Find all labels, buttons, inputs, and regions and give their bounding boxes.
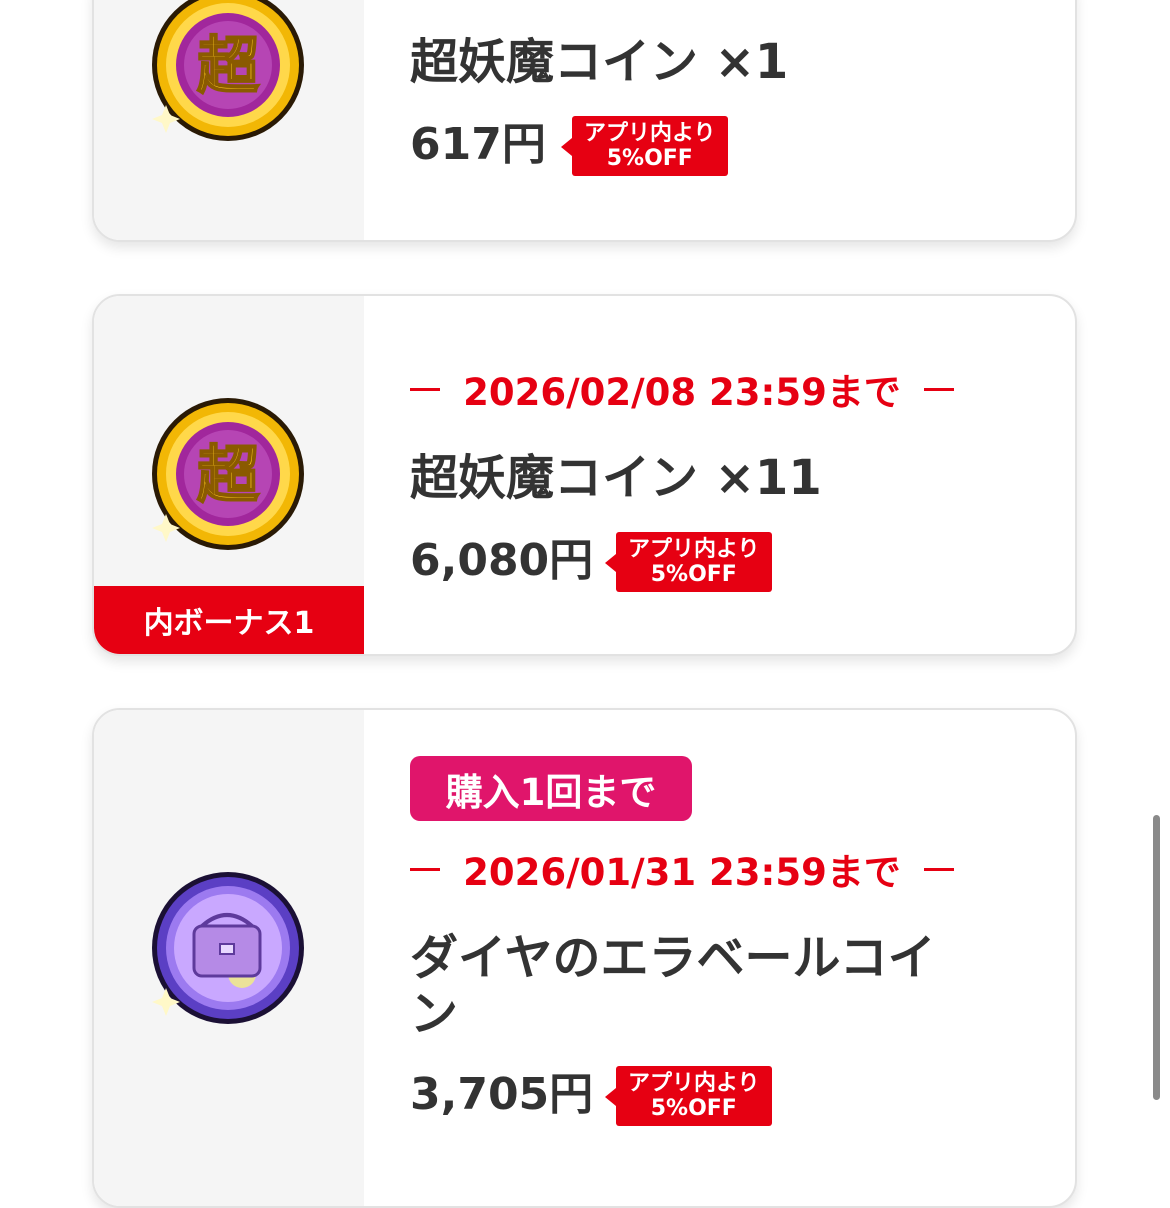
product-price: 617円 (410, 119, 546, 170)
product-card-super-coin-11[interactable]: 超 内ボーナス1 2026/02/08 23:59まで 超妖魔コイン ×11 6… (92, 294, 1077, 656)
deadline-dash-left (410, 387, 440, 391)
deadline-text: 2026/01/31 23:59まで (463, 851, 901, 894)
discount-tag-line2: 5%OFF (650, 1096, 737, 1121)
deadline-text: 2026/02/08 23:59まで (463, 371, 901, 414)
product-image-panel (94, 710, 364, 1206)
product-image-panel: 超 (94, 0, 364, 240)
svg-text:超: 超 (197, 438, 260, 511)
sale-deadline: 2026/02/08 23:59まで (410, 364, 954, 414)
product-image-panel: 超 内ボーナス1 (94, 296, 364, 654)
product-card-diamond-erabell-coin[interactable]: 購入1回まで 2026/01/31 23:59まで ダイヤのエラベールコイ ン … (92, 708, 1077, 1208)
discount-tag-line2: 5%OFF (650, 562, 737, 587)
product-title: 超妖魔コイン ×11 (410, 450, 822, 506)
super-yokai-coin-icon: 超 (152, 0, 304, 141)
product-price: 3,705円 (410, 1069, 594, 1120)
purchase-limit-badge: 購入1回まで (410, 756, 692, 821)
product-title: 超妖魔コイン ×1 (410, 34, 789, 90)
product-title: ダイヤのエラベールコイ ン (410, 930, 936, 1042)
product-title-line1: ダイヤのエラベールコイ (410, 930, 936, 986)
discount-tag-line1: アプリ内より (584, 121, 716, 146)
deadline-dash-right (923, 867, 954, 871)
discount-tag-line1: アプリ内より (628, 537, 760, 562)
svg-text:超: 超 (197, 29, 260, 102)
product-price: 6,080円 (410, 535, 594, 586)
product-card-super-coin-1[interactable]: 超 超妖魔コイン ×1 617円 アプリ内より 5%OFF (92, 0, 1077, 242)
deadline-dash-left (410, 867, 440, 871)
discount-tag: アプリ内より 5%OFF (605, 532, 772, 592)
product-title-line2: ン (410, 986, 459, 1042)
deadline-dash-right (923, 387, 954, 391)
discount-tag: アプリ内より 5%OFF (605, 1066, 772, 1126)
scrollbar-thumb[interactable] (1153, 815, 1160, 1100)
diamond-erabell-coin-icon (152, 872, 304, 1024)
discount-tag-line1: アプリ内より (628, 1071, 760, 1096)
super-yokai-coin-icon: 超 (152, 398, 304, 550)
discount-tag: アプリ内より 5%OFF (561, 116, 728, 176)
discount-tag-line2: 5%OFF (606, 146, 693, 171)
sale-deadline: 2026/01/31 23:59まで (410, 844, 954, 894)
bonus-label: 内ボーナス1 (94, 586, 364, 654)
